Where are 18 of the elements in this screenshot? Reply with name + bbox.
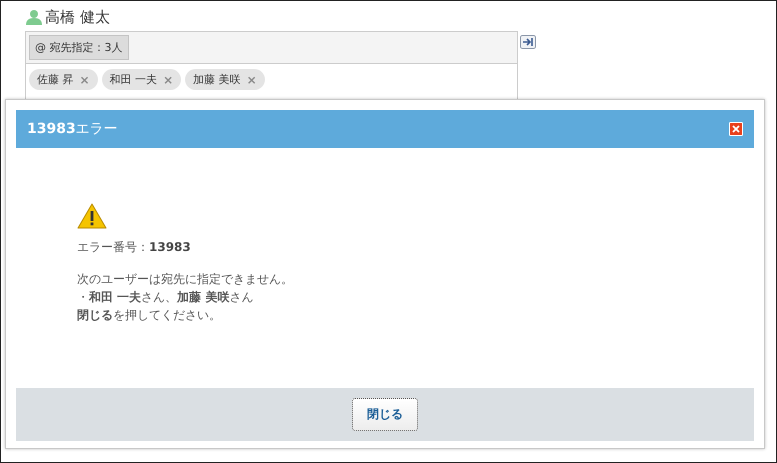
user-name: 高橋 健太	[45, 8, 110, 26]
error-number: エラー番号：13983	[77, 239, 192, 256]
recipient-name: 加藤 美咲	[193, 72, 241, 87]
user-icon	[26, 9, 42, 25]
message-line: 閉じるを押してください。	[77, 307, 222, 324]
close-button[interactable]: 閉じる	[352, 398, 418, 431]
recipient-count-button[interactable]: @ 宛先指定：3人	[29, 35, 128, 60]
dialog-title: 13983エラー	[27, 120, 118, 138]
remove-button[interactable]: ×	[80, 72, 90, 86]
warning-icon	[77, 203, 107, 229]
message-line: ・和田 一夫さん、加藤 美咲さん	[77, 289, 254, 306]
message-line: 次のユーザーは宛先に指定できません。	[77, 271, 294, 288]
remove-button[interactable]: ×	[163, 72, 174, 86]
expand-icon[interactable]	[520, 35, 536, 49]
close-icon[interactable]	[729, 122, 743, 136]
recipient-name: 佐藤 昇	[37, 72, 74, 87]
recipient-name: 和田 一夫	[110, 72, 158, 87]
remove-button[interactable]: ×	[246, 72, 257, 86]
